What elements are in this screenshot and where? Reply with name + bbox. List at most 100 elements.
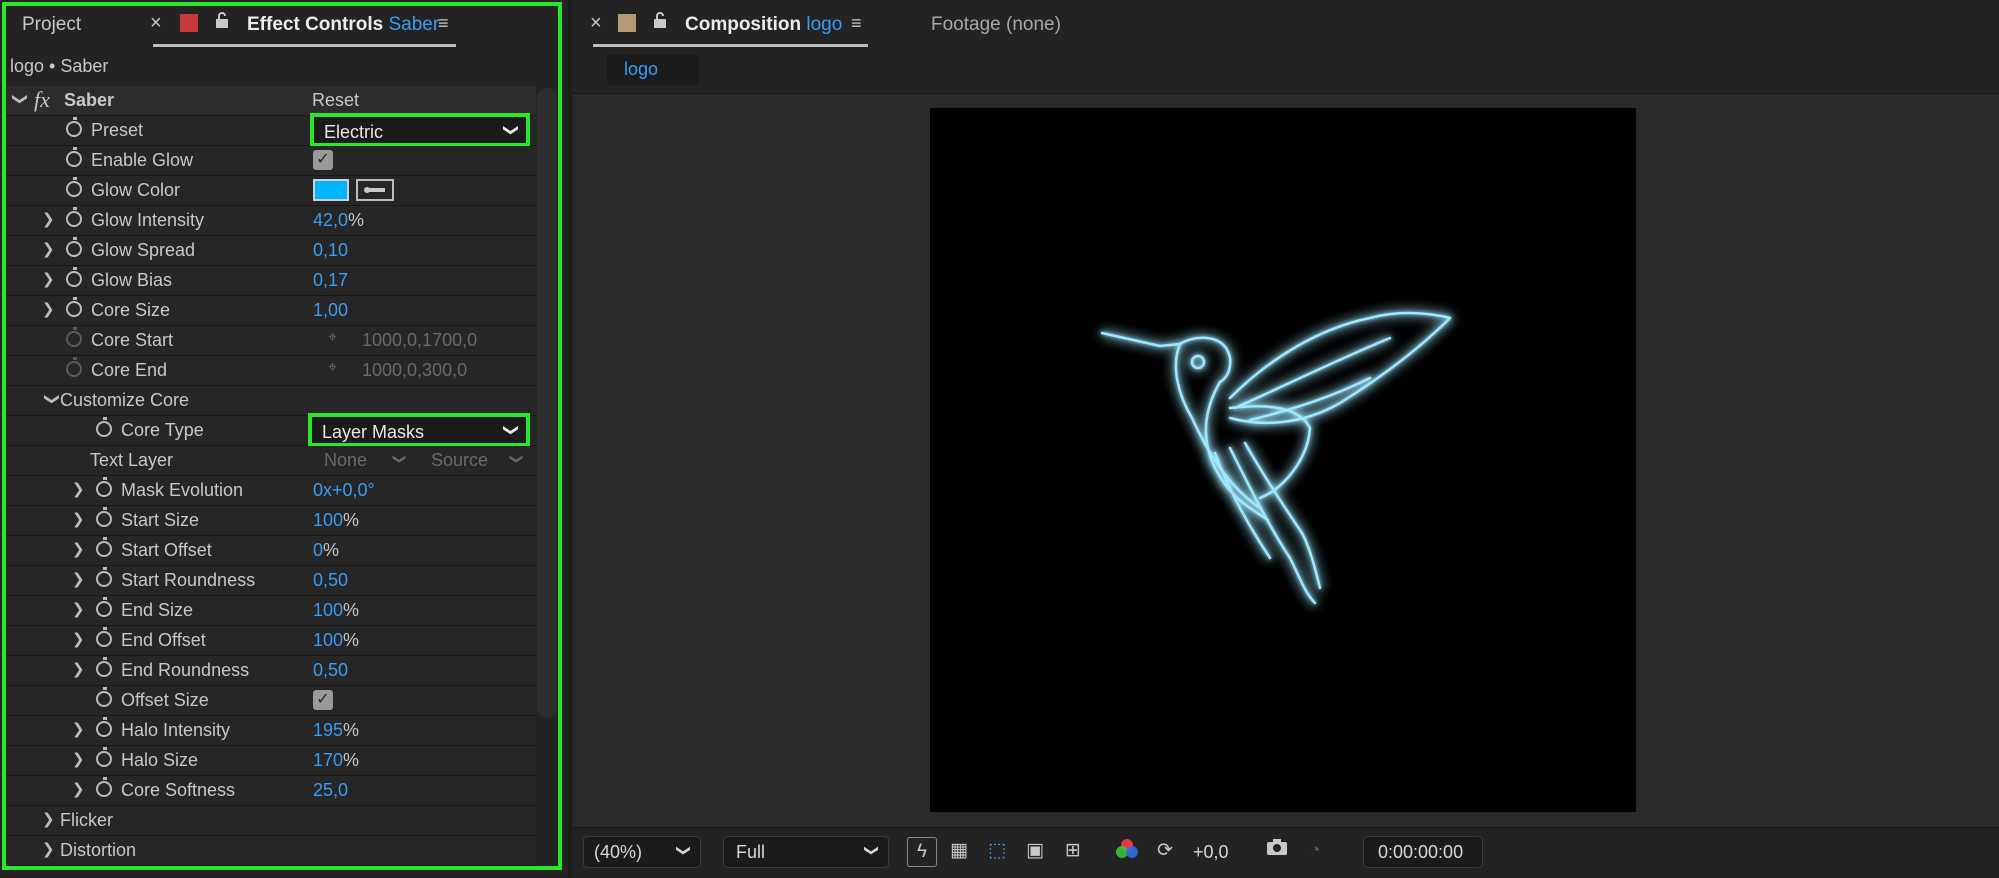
stopwatch-icon[interactable] bbox=[66, 237, 82, 257]
stopwatch-icon[interactable] bbox=[66, 207, 82, 227]
stopwatch-icon[interactable] bbox=[66, 297, 82, 317]
twirl-down-icon[interactable]: ❯ bbox=[43, 393, 61, 406]
value-number[interactable]: 42,0 bbox=[313, 210, 348, 230]
label-color-swatch[interactable] bbox=[618, 14, 636, 32]
core-type-dropdown[interactable]: Layer Masks ❯ bbox=[308, 413, 530, 447]
twirl-right-icon[interactable]: ❯ bbox=[72, 600, 85, 618]
lock-icon[interactable] bbox=[652, 11, 668, 29]
property-value[interactable]: 1,00 bbox=[313, 300, 348, 321]
twirl-right-icon[interactable]: ❯ bbox=[72, 720, 85, 738]
comp-subtab[interactable]: logo bbox=[607, 55, 699, 85]
camera-snapshot-icon[interactable] bbox=[1263, 837, 1291, 865]
value-number[interactable]: 195 bbox=[313, 720, 343, 740]
stopwatch-icon[interactable] bbox=[96, 597, 112, 617]
fast-previews-icon[interactable]: ϟ bbox=[907, 837, 937, 867]
fx-icon[interactable]: fx bbox=[34, 87, 50, 113]
stopwatch-icon[interactable] bbox=[96, 537, 112, 557]
panel-menu-icon[interactable]: ≡ bbox=[438, 13, 449, 34]
property-label: Core Start bbox=[91, 330, 174, 350]
timecode-field[interactable]: 0:00:00:00 bbox=[1363, 836, 1483, 868]
stopwatch-icon[interactable] bbox=[96, 627, 112, 647]
stopwatch-icon[interactable] bbox=[66, 117, 82, 137]
property-value[interactable]: 0,50 bbox=[313, 660, 348, 681]
group-row-flicker[interactable]: ❯ Flicker bbox=[6, 806, 536, 836]
property-value[interactable]: 42,0% bbox=[313, 210, 364, 231]
stopwatch-icon[interactable] bbox=[96, 507, 112, 527]
stopwatch-icon[interactable] bbox=[96, 657, 112, 677]
group-row-distortion[interactable]: ❯ Distortion bbox=[6, 836, 536, 866]
twirl-right-icon[interactable]: ❯ bbox=[42, 300, 55, 318]
stopwatch-icon[interactable] bbox=[96, 477, 112, 497]
grid-guides-icon[interactable]: ⊞ bbox=[1059, 837, 1087, 865]
stopwatch-icon[interactable] bbox=[96, 417, 112, 437]
tab-project[interactable]: Project bbox=[22, 14, 81, 36]
value-number[interactable]: 100 bbox=[313, 510, 343, 530]
region-of-interest-icon[interactable]: ▣ bbox=[1021, 837, 1049, 865]
property-value[interactable]: 0,10 bbox=[313, 240, 348, 261]
stopwatch-icon[interactable] bbox=[66, 267, 82, 287]
value-number[interactable]: 100 bbox=[313, 630, 343, 650]
value-number[interactable]: 0 bbox=[313, 540, 323, 560]
property-value[interactable]: 100% bbox=[313, 510, 359, 531]
show-snapshot-icon[interactable]: ◔ bbox=[1301, 837, 1329, 865]
property-value[interactable]: 0% bbox=[313, 540, 339, 561]
twirl-right-icon[interactable]: ❯ bbox=[72, 780, 85, 798]
stopwatch-icon[interactable] bbox=[96, 777, 112, 797]
zoom-dropdown[interactable]: (40%) ❯ bbox=[583, 836, 701, 868]
property-value[interactable]: 25,0 bbox=[313, 780, 348, 801]
stopwatch-icon[interactable] bbox=[66, 147, 82, 167]
exposure-reset-icon[interactable]: ⟳ bbox=[1151, 837, 1179, 865]
property-value[interactable]: 100% bbox=[313, 600, 359, 621]
enable-glow-checkbox[interactable]: ✓ bbox=[313, 150, 333, 170]
scrollbar[interactable] bbox=[537, 88, 557, 718]
lock-icon[interactable] bbox=[214, 11, 230, 29]
twirl-right-icon[interactable]: ❯ bbox=[42, 270, 55, 288]
glow-color-swatch[interactable] bbox=[313, 179, 349, 201]
exposure-value[interactable]: +0,0 bbox=[1193, 842, 1229, 863]
property-value[interactable]: 0x+0,0° bbox=[313, 480, 375, 501]
label-color-swatch[interactable] bbox=[180, 14, 198, 32]
stopwatch-icon[interactable] bbox=[96, 747, 112, 767]
twirl-right-icon[interactable]: ❯ bbox=[42, 840, 55, 858]
close-icon[interactable]: × bbox=[150, 12, 162, 35]
effect-header-row[interactable]: ❯ fx Saber Reset bbox=[6, 86, 536, 116]
property-value[interactable]: 0,50 bbox=[313, 570, 348, 591]
transparency-grid-icon[interactable]: ▦ bbox=[945, 837, 973, 865]
property-value[interactable]: 195% bbox=[313, 720, 359, 741]
twirl-right-icon[interactable]: ❯ bbox=[72, 660, 85, 678]
property-value[interactable]: 0,17 bbox=[313, 270, 348, 291]
color-channels-icon[interactable] bbox=[1113, 837, 1141, 865]
group-row-customize-core[interactable]: ❯ Customize Core bbox=[6, 386, 536, 416]
tab-effect-controls[interactable]: Effect Controls Saber bbox=[247, 14, 439, 36]
stopwatch-icon[interactable] bbox=[66, 177, 82, 197]
twirl-right-icon[interactable]: ❯ bbox=[72, 540, 85, 558]
stopwatch-icon[interactable] bbox=[96, 687, 112, 707]
property-value[interactable]: 170% bbox=[313, 750, 359, 771]
panel-menu-icon[interactable]: ≡ bbox=[851, 13, 862, 34]
twirl-right-icon[interactable]: ❯ bbox=[72, 510, 85, 528]
twirl-right-icon[interactable]: ❯ bbox=[72, 630, 85, 648]
tab-footage[interactable]: Footage (none) bbox=[931, 14, 1061, 36]
reset-button[interactable]: Reset bbox=[312, 90, 359, 111]
composition-canvas[interactable] bbox=[930, 108, 1636, 812]
value-number[interactable]: 100 bbox=[313, 600, 343, 620]
close-icon[interactable]: × bbox=[590, 12, 602, 35]
twirl-right-icon[interactable]: ❯ bbox=[72, 570, 85, 588]
twirl-right-icon[interactable]: ❯ bbox=[72, 480, 85, 498]
offset-size-checkbox[interactable]: ✓ bbox=[313, 690, 333, 710]
value-number[interactable]: 170 bbox=[313, 750, 343, 770]
eyedropper-icon[interactable] bbox=[356, 179, 394, 201]
preset-dropdown[interactable]: Electric ❯ bbox=[310, 113, 530, 147]
stopwatch-icon[interactable] bbox=[96, 567, 112, 587]
tab-composition[interactable]: Composition logo bbox=[685, 14, 842, 36]
twirl-right-icon[interactable]: ❯ bbox=[42, 810, 55, 828]
tab-composition-label: Composition bbox=[685, 14, 802, 35]
twirl-down-icon[interactable]: ❯ bbox=[11, 93, 29, 106]
stopwatch-icon[interactable] bbox=[96, 717, 112, 737]
twirl-right-icon[interactable]: ❯ bbox=[72, 750, 85, 768]
property-value[interactable]: 100% bbox=[313, 630, 359, 651]
mask-path-visibility-icon[interactable]: ⬚ bbox=[983, 837, 1011, 865]
twirl-right-icon[interactable]: ❯ bbox=[42, 210, 55, 228]
twirl-right-icon[interactable]: ❯ bbox=[42, 240, 55, 258]
resolution-dropdown[interactable]: Full ❯ bbox=[723, 836, 889, 868]
